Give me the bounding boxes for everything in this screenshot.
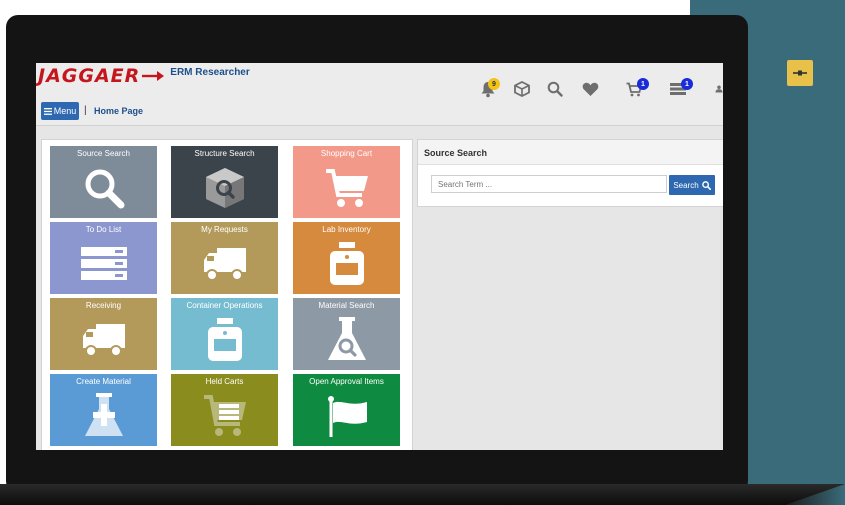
- product-name: ERM Researcher: [170, 66, 250, 78]
- laptop-base: [0, 484, 845, 505]
- brand-wordmark: JAGGAER: [38, 65, 141, 87]
- search-button-label: Search: [673, 180, 699, 190]
- logo-arrow-icon: [142, 71, 165, 81]
- breadcrumb-separator: |: [84, 105, 87, 116]
- breadcrumb-home[interactable]: Home Page: [94, 106, 143, 116]
- search-icon: [701, 180, 711, 190]
- tile-held-carts[interactable]: Held Carts: [171, 374, 278, 446]
- tile-label: Receiving: [85, 301, 122, 310]
- panel-title: Source Search: [424, 148, 488, 158]
- tile-label: Container Operations: [186, 301, 263, 310]
- top-bar: JAGGAER ERM Researcher Menu | Home Page …: [36, 63, 723, 126]
- truck-icon: [82, 324, 125, 357]
- shopping-cart-icon: [325, 169, 368, 207]
- panel-header: Source Search: [418, 140, 723, 165]
- search-term-input[interactable]: [431, 175, 667, 193]
- tile-label: My Requests: [201, 225, 248, 234]
- source-search-panel: Source Search Search: [417, 139, 723, 207]
- search-button[interactable]: [544, 78, 566, 100]
- cube-search-icon: [205, 168, 244, 208]
- tile-receiving[interactable]: Receiving: [50, 298, 157, 370]
- heart-icon: [582, 82, 598, 96]
- favorites-button[interactable]: [579, 78, 601, 100]
- brand-logo[interactable]: JAGGAER ERM Researcher: [38, 65, 250, 87]
- tiles-panel: Source Search Structure Search Shopping …: [41, 139, 413, 450]
- truck-icon: [203, 248, 246, 281]
- tile-to-do-list[interactable]: To Do List: [50, 222, 157, 294]
- tile-container-operations[interactable]: Container Operations: [171, 298, 278, 370]
- menu-label: Menu: [53, 106, 77, 116]
- todo-badge: 1: [681, 78, 693, 90]
- tile-label: Source Search: [77, 149, 130, 158]
- tile-lab-inventory[interactable]: Lab Inventory: [293, 222, 400, 294]
- containers-button[interactable]: [511, 78, 533, 100]
- user-button[interactable]: [707, 78, 723, 100]
- held-cart-icon: [203, 395, 246, 436]
- tile-label: Lab Inventory: [322, 225, 371, 234]
- notifications-badge: 9: [488, 78, 500, 90]
- tile-source-search[interactable]: Source Search: [50, 146, 157, 218]
- tile-label: Create Material: [76, 377, 131, 386]
- pin-icon: [793, 70, 807, 76]
- tile-create-material[interactable]: Create Material: [50, 374, 157, 446]
- todo-button[interactable]: 1: [667, 78, 693, 100]
- user-icon: [715, 85, 723, 93]
- search-icon: [85, 169, 124, 209]
- tile-label: Held Carts: [205, 377, 244, 386]
- menu-button[interactable]: Menu: [41, 102, 79, 120]
- hamburger-icon: [43, 107, 52, 115]
- flag-icon: [327, 396, 367, 437]
- notifications-button[interactable]: 9: [477, 78, 500, 100]
- tile-material-search[interactable]: Material Search: [293, 298, 400, 370]
- tile-structure-search[interactable]: Structure Search: [171, 146, 278, 218]
- box-icon: [514, 81, 530, 97]
- tile-label: Structure Search: [194, 149, 255, 158]
- jar-icon: [329, 242, 364, 285]
- todo-list-icon: [80, 247, 127, 280]
- tile-open-approval-items[interactable]: Open Approval Items: [293, 374, 400, 446]
- flask-search-icon: [327, 317, 366, 360]
- pin-button[interactable]: [787, 60, 813, 86]
- tile-label: Open Approval Items: [309, 377, 384, 386]
- jar-icon: [207, 318, 242, 361]
- cart-badge: 1: [637, 78, 649, 90]
- tile-shopping-cart[interactable]: Shopping Cart: [293, 146, 400, 218]
- tile-label: To Do List: [85, 225, 122, 234]
- tile-label: Shopping Cart: [320, 149, 373, 158]
- search-icon: [547, 81, 563, 97]
- app-screen: JAGGAER ERM Researcher Menu | Home Page …: [36, 63, 723, 450]
- tile-my-requests[interactable]: My Requests: [171, 222, 278, 294]
- tile-label: Material Search: [318, 301, 375, 310]
- search-button[interactable]: Search: [669, 175, 715, 195]
- flask-plus-icon: [84, 393, 123, 436]
- cart-button[interactable]: 1: [623, 78, 649, 100]
